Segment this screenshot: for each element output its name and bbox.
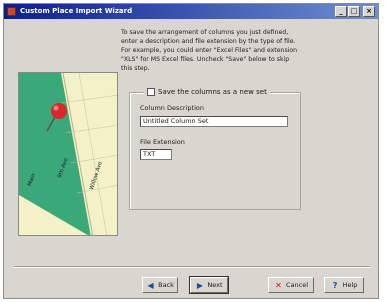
back-button[interactable]: ◀ Back xyxy=(142,277,178,293)
save-columns-checkbox[interactable] xyxy=(147,88,155,96)
file-extension-field[interactable]: TXT xyxy=(140,149,172,160)
app-icon xyxy=(7,7,16,16)
instructions-text: To save the arrangement of columns you j… xyxy=(121,29,298,72)
wizard-window: Custom Place Import Wizard _ □ × Main 9t… xyxy=(3,3,379,299)
save-columns-label: Save the columns as a new set xyxy=(158,88,267,96)
red-x-icon: ✕ xyxy=(275,280,282,290)
arrow-left-icon: ◀ xyxy=(147,280,154,290)
map-illustration: Main 9th Ave Willow Ave xyxy=(18,72,118,236)
title-bar[interactable]: Custom Place Import Wizard _ □ × xyxy=(4,4,378,19)
column-description-label: Column Description xyxy=(140,104,204,112)
window-title: Custom Place Import Wizard xyxy=(20,7,133,15)
column-description-field[interactable]: Untitled Column Set xyxy=(140,116,288,127)
next-button[interactable]: ▶ Next xyxy=(189,276,229,294)
cancel-button-label: Cancel xyxy=(285,281,309,289)
maximize-button[interactable]: □ xyxy=(348,6,360,17)
minimize-button[interactable]: _ xyxy=(335,6,347,17)
help-button[interactable]: ? Help xyxy=(324,277,364,293)
button-separator xyxy=(14,266,370,268)
cancel-button[interactable]: ✕ Cancel xyxy=(268,277,314,293)
file-extension-label: File Extension xyxy=(140,138,185,146)
question-mark-icon: ? xyxy=(332,280,338,290)
back-button-label: Back xyxy=(158,281,174,289)
close-button[interactable]: × xyxy=(363,6,375,17)
save-columns-option[interactable]: Save the columns as a new set xyxy=(144,86,270,98)
next-button-label: Next xyxy=(207,281,223,289)
arrow-right-icon: ▶ xyxy=(196,280,203,290)
help-button-label: Help xyxy=(342,281,358,289)
